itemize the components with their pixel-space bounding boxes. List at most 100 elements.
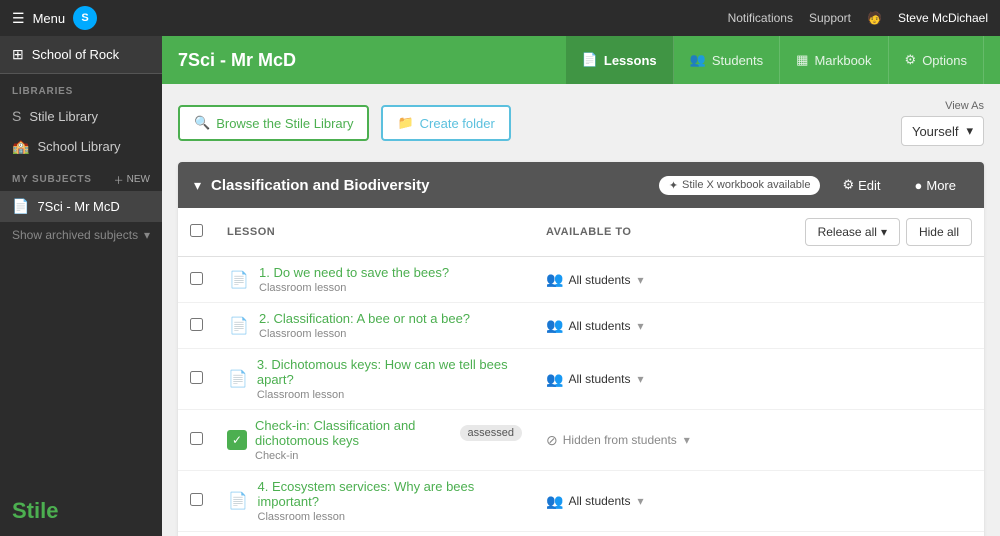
actions-cell (784, 410, 984, 471)
lesson-info: Check-in: Classification and dichotomous… (255, 418, 522, 462)
view-as-control: View As Yourself ▾ (901, 100, 984, 146)
row-checkbox[interactable] (190, 432, 203, 445)
view-as-label: View As (945, 100, 984, 112)
lesson-cell: 📄 2. Classification: A bee or not a bee?… (215, 303, 534, 349)
table-header-row: LESSON AVAILABLE TO Release all ▾ (178, 208, 984, 257)
availability-dropdown[interactable]: ▾ (637, 319, 643, 333)
availability-cell: 👥 All students ▾ (534, 349, 784, 410)
release-all-label: Release all (818, 225, 877, 239)
availability-badge: 👥 All students ▾ (546, 493, 644, 510)
action-bar: 🔍 Browse the Stile Library 📁 Create fold… (178, 100, 984, 146)
lesson-title[interactable]: 3. Dichotomous keys: How can we tell bee… (257, 357, 522, 387)
table-row: 📄 2. Classification: A bee or not a bee?… (178, 303, 984, 349)
new-subject-button[interactable]: ＋ NEW (114, 172, 150, 187)
circle-icon: ● (915, 178, 923, 193)
unit-badge: ✦ Stile X workbook available (659, 176, 821, 195)
availability-label: All students (568, 319, 630, 333)
availability-cell: 👥 All students ▾ (534, 257, 784, 303)
lesson-doc-icon: 📄 (227, 367, 249, 391)
markbook-icon: ▦ (796, 52, 808, 68)
row-checkbox[interactable] (190, 318, 203, 331)
subject-tabs: 📄 Lessons 👥 Students ▦ Markbook ⚙ Option… (566, 36, 984, 84)
th-checkbox (178, 208, 215, 257)
sidebar-item-stile-library[interactable]: S Stile Library (0, 101, 162, 131)
subject-icon: 📄 (12, 198, 29, 215)
lessons-tab-label: Lessons (604, 53, 657, 68)
table-row: 📄 3. Dichotomous keys: How can we tell b… (178, 349, 984, 410)
lesson-title[interactable]: Check-in: Classification and dichotomous… (255, 418, 448, 448)
notifications-link[interactable]: Notifications (728, 11, 793, 25)
unit-section: ▾ Classification and Biodiversity ✦ Stil… (178, 162, 984, 536)
my-subjects-header: MY SUBJECTS ＋ NEW (0, 162, 162, 191)
hidden-icon: ⊘ (546, 432, 558, 449)
avatar[interactable]: S (73, 6, 97, 30)
row-checkbox[interactable] (190, 272, 203, 285)
lesson-type: Classroom lesson (259, 328, 470, 340)
availability-dropdown[interactable]: ▾ (684, 433, 690, 447)
lesson-type: Check-in (255, 450, 522, 462)
libraries-label: LIBRARIES (0, 74, 162, 101)
availability-label: Hidden from students (563, 433, 677, 447)
nav-right: Notifications Support 🧑 Steve McDichael (728, 11, 988, 25)
availability-label: All students (568, 494, 630, 508)
select-all-checkbox[interactable] (190, 224, 203, 237)
hide-all-button[interactable]: Hide all (906, 218, 972, 246)
sidebar-item-active-subject[interactable]: 📄 7Sci - Mr McD (0, 191, 162, 222)
hamburger-icon[interactable]: ☰ (12, 10, 25, 27)
row-checkbox-cell (178, 349, 215, 410)
tab-students[interactable]: 👥 Students (674, 36, 781, 84)
availability-label: All students (568, 372, 630, 386)
students-tab-label: Students (712, 53, 763, 68)
tab-markbook[interactable]: ▦ Markbook (780, 36, 888, 84)
lesson-title[interactable]: 2. Classification: A bee or not a bee? (259, 311, 470, 326)
availability-dropdown[interactable]: ▾ (637, 372, 643, 386)
actions-cell (784, 532, 984, 536)
release-all-button[interactable]: Release all ▾ (805, 218, 900, 246)
tab-options[interactable]: ⚙ Options (889, 36, 984, 84)
availability-badge: 👥 All students ▾ (546, 371, 644, 388)
assessed-badge: assessed (460, 425, 522, 441)
row-checkbox[interactable] (190, 493, 203, 506)
support-link[interactable]: Support (809, 11, 851, 25)
user-avatar-icon: 🧑 (867, 11, 882, 25)
school-library-icon: 🏫 (12, 138, 29, 155)
lesson-row-content: ✓ Check-in: Classification and dichotomo… (227, 418, 522, 462)
lesson-cell: 📄 1. Do we need to save the bees? Classr… (215, 257, 534, 303)
collapse-icon[interactable]: ▾ (194, 177, 201, 194)
students-icon: 👥 (546, 493, 563, 510)
edit-unit-button[interactable]: ⚙ Edit (830, 172, 892, 198)
availability-dropdown[interactable]: ▾ (637, 273, 643, 287)
options-icon: ⚙ (905, 52, 917, 68)
more-unit-button[interactable]: ● More (903, 173, 968, 198)
create-label: Create folder (420, 116, 495, 131)
availability-cell: 👥 All students ▾ (534, 532, 784, 536)
options-tab-label: Options (922, 53, 967, 68)
row-checkbox[interactable] (190, 371, 203, 384)
avatar-initials: S (81, 12, 88, 24)
create-folder-button[interactable]: 📁 Create folder (381, 105, 510, 141)
browse-library-button[interactable]: 🔍 Browse the Stile Library (178, 105, 369, 141)
sidebar-item-school-library[interactable]: 🏫 School Library (0, 131, 162, 162)
actions-cell (784, 471, 984, 532)
hide-all-label: Hide all (919, 225, 959, 239)
lesson-info: 1. Do we need to save the bees? Classroo… (259, 265, 449, 294)
th-actions: Release all ▾ Hide all (784, 208, 984, 257)
school-selector[interactable]: ⊞ School of Rock (0, 36, 162, 74)
availability-dropdown[interactable]: ▾ (637, 494, 643, 508)
grid-icon: ⊞ (12, 46, 24, 63)
lesson-info: 3. Dichotomous keys: How can we tell bee… (257, 357, 522, 401)
students-icon: 👥 (546, 371, 563, 388)
menu-label[interactable]: Menu (33, 11, 66, 26)
view-as-dropdown[interactable]: Yourself ▾ (901, 116, 984, 146)
availability-badge: 👥 All students ▾ (546, 317, 644, 334)
lesson-title[interactable]: 4. Ecosystem services: Why are bees impo… (258, 479, 522, 509)
chevron-down-icon: ▾ (144, 228, 150, 242)
lesson-row-content: 📄 4. Ecosystem services: Why are bees im… (227, 479, 522, 523)
lesson-type: Classroom lesson (259, 282, 449, 294)
show-archived-button[interactable]: Show archived subjects ▾ (0, 222, 162, 248)
table-row: 📄 1. Do we need to save the bees? Classr… (178, 257, 984, 303)
lesson-info: 4. Ecosystem services: Why are bees impo… (258, 479, 522, 523)
table-row: ✓ Check-in: Classification and dichotomo… (178, 410, 984, 471)
tab-lessons[interactable]: 📄 Lessons (566, 36, 674, 84)
lesson-title[interactable]: 1. Do we need to save the bees? (259, 265, 449, 280)
